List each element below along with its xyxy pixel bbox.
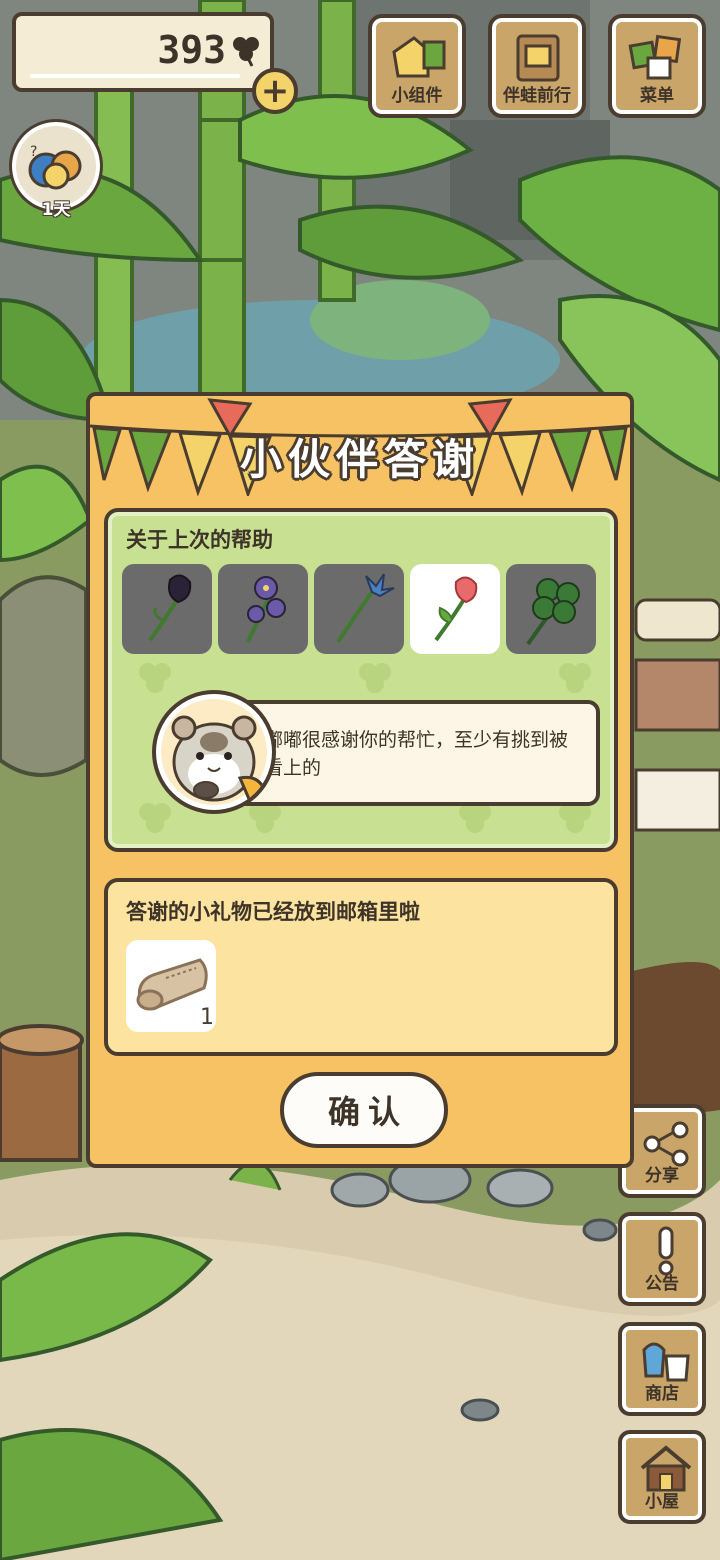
menu-cards-icon bbox=[628, 34, 682, 80]
share-label: 分享 bbox=[645, 1166, 679, 1186]
hamster-icon bbox=[171, 715, 268, 809]
thanks-dialog: 小伙伴答谢 关于上次的帮助 嘟嘟很感谢你的帮忙，至少有挑到被看上的 答谢的小礼物… bbox=[86, 392, 634, 1168]
thanks-message: 嘟嘟很感谢你的帮忙，至少有挑到被看上的 bbox=[264, 729, 569, 779]
confirm-button[interactable]: 确认 bbox=[280, 1072, 448, 1148]
menu-button[interactable]: 菜单 bbox=[608, 14, 706, 118]
visitor-day-label: 1天 bbox=[41, 200, 71, 220]
blue-lily-icon bbox=[336, 573, 395, 644]
gift-quantity: 1 bbox=[200, 1005, 214, 1030]
flower-slot-red-tulip[interactable] bbox=[410, 564, 500, 654]
flower-slot-pansy[interactable] bbox=[218, 564, 308, 654]
journal-label: 伴蛙前行 bbox=[503, 86, 571, 106]
flower-slot-four-leaf-clover[interactable] bbox=[506, 564, 596, 654]
counter-underline bbox=[30, 74, 240, 78]
shop-label: 商店 bbox=[645, 1384, 679, 1404]
flower-slot-black-tulip[interactable] bbox=[122, 564, 212, 654]
menu-label: 菜单 bbox=[640, 86, 674, 106]
gift-item[interactable]: 1 bbox=[126, 940, 216, 1032]
gift-panel: 答谢的小礼物已经放到邮箱里啦 1 bbox=[104, 878, 618, 1056]
widget-button[interactable]: 小组件 bbox=[368, 14, 466, 118]
black-tulip-icon bbox=[148, 574, 192, 642]
svg-text:?: ? bbox=[30, 144, 37, 160]
shop-button[interactable]: 商店 bbox=[618, 1322, 706, 1416]
announcement-label: 公告 bbox=[645, 1274, 679, 1294]
clover-counter: 393 bbox=[12, 12, 274, 92]
visitor-birds-icon: ? bbox=[28, 144, 82, 190]
clover-icon bbox=[228, 32, 264, 72]
help-panel: 关于上次的帮助 嘟嘟很感谢你的帮忙，至少有挑到被看上的 bbox=[104, 508, 618, 852]
gift-heading: 答谢的小礼物已经放到邮箱里啦 bbox=[126, 900, 420, 924]
clover-amount: 393 bbox=[157, 28, 226, 72]
house-button[interactable]: 小屋 bbox=[618, 1430, 706, 1524]
house-label: 小屋 bbox=[645, 1492, 679, 1512]
widget-label: 小组件 bbox=[391, 86, 443, 106]
announcement-button[interactable]: 公告 bbox=[618, 1212, 706, 1306]
journal-icon bbox=[516, 34, 560, 82]
dialog-title: 小伙伴答谢 bbox=[239, 435, 480, 484]
flower-slot-blue-lily[interactable] bbox=[314, 564, 404, 654]
message-bubble: 嘟嘟很感谢你的帮忙，至少有挑到被看上的 bbox=[234, 700, 600, 806]
add-clover-button[interactable]: + bbox=[252, 68, 298, 114]
four-leaf-clover-icon bbox=[526, 578, 580, 646]
journal-button[interactable]: 伴蛙前行 bbox=[488, 14, 586, 118]
pansy-icon bbox=[246, 576, 286, 643]
visitor-badge[interactable]: ? 1天 bbox=[12, 122, 100, 220]
hamster-avatar bbox=[152, 690, 276, 814]
widget-icon bbox=[392, 36, 446, 78]
red-tulip-icon bbox=[434, 576, 478, 642]
help-heading: 关于上次的帮助 bbox=[126, 528, 273, 552]
